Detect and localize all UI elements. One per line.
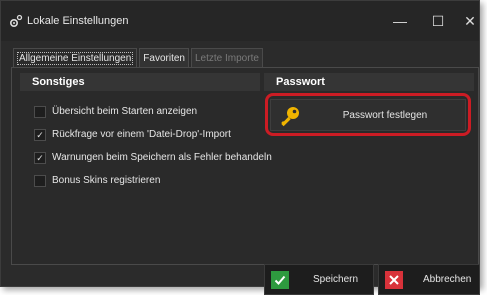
option-label: Rückfrage vor einem 'Datei-Drop'-Import [52, 129, 231, 140]
close-button[interactable]: ✕ [457, 1, 483, 41]
checkmark-icon: ✓ [36, 129, 44, 140]
tab-label: Favoriten [143, 52, 185, 64]
checkmark-icon: ✓ [36, 152, 44, 163]
option-warnungen[interactable]: ✓ Warnungen beim Speichern als Fehler be… [34, 146, 272, 169]
option-bonus-skins[interactable]: Bonus Skins registrieren [34, 169, 272, 192]
gear-icon [9, 14, 23, 28]
tab-allgemeine-einstellungen[interactable]: Allgemeine Einstellungen [13, 48, 138, 69]
title-bar[interactable]: Lokale Einstellungen — ☐ ✕ [1, 1, 479, 41]
maximize-button[interactable]: ☐ [419, 1, 457, 41]
x-icon [385, 270, 403, 289]
tab-panel: Sonstiges Passwort Übersicht beim Starte… [11, 67, 479, 265]
cancel-button[interactable]: Abbrechen [378, 264, 480, 295]
passwort-header: Passwort [264, 73, 474, 91]
option-rueckfrage[interactable]: ✓ Rückfrage vor einem 'Datei-Drop'-Impor… [34, 123, 272, 146]
checkbox[interactable]: ✓ [34, 128, 46, 141]
option-label: Bonus Skins registrieren [52, 175, 161, 186]
save-label: Speichern [313, 274, 359, 285]
option-label: Übersicht beim Starten anzeigen [52, 106, 198, 117]
checkbox[interactable] [34, 174, 46, 187]
checkbox[interactable]: ✓ [34, 151, 46, 164]
option-uebersicht[interactable]: Übersicht beim Starten anzeigen [34, 100, 272, 123]
window-title: Lokale Einstellungen [27, 15, 129, 27]
tab-bar: Allgemeine Einstellungen Favoriten Letzt… [13, 48, 265, 69]
tab-label: Letzte Importe [194, 52, 259, 64]
set-password-label: Passwort festlegen [342, 109, 428, 121]
tab-label: Allgemeine Einstellungen [17, 52, 134, 65]
settings-window: Lokale Einstellungen — ☐ ✕ Allgemeine Ei… [0, 0, 480, 287]
set-password-button[interactable]: Passwort festlegen [270, 99, 466, 131]
key-icon [281, 107, 299, 127]
tab-favoriten[interactable]: Favoriten [139, 48, 189, 68]
sonstiges-header: Sonstiges [20, 73, 260, 91]
option-label: Warnungen beim Speichern als Fehler beha… [52, 152, 272, 163]
tab-letzte-importe[interactable]: Letzte Importe [190, 48, 263, 68]
checkbox[interactable] [34, 105, 46, 118]
checkmark-icon [271, 270, 289, 289]
save-button[interactable]: Speichern [264, 264, 374, 295]
sonstiges-options: Übersicht beim Starten anzeigen ✓ Rückfr… [34, 100, 272, 192]
minimize-button[interactable]: — [381, 1, 419, 41]
cancel-label: Abbrechen [423, 274, 472, 285]
